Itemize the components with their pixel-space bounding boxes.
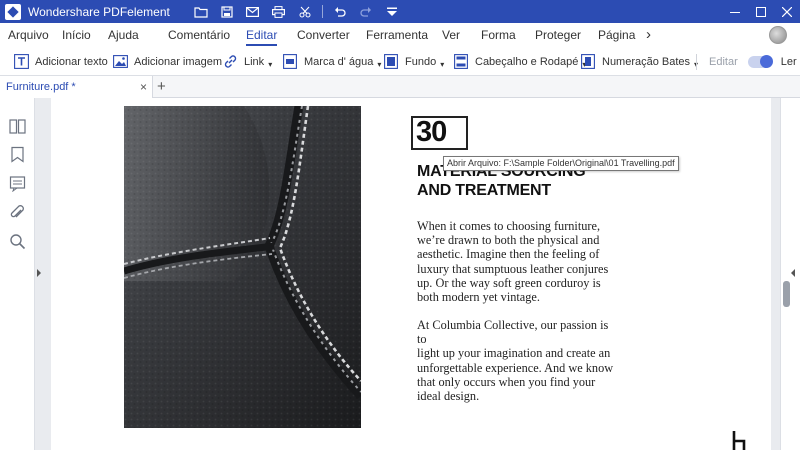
add-text-icon xyxy=(13,54,29,70)
edit-mode-area: Editar Ler › xyxy=(696,47,800,76)
tab-furniture-pdf[interactable]: Furniture.pdf * × xyxy=(0,75,153,98)
window-controls xyxy=(722,0,800,23)
link-dropdown-icon[interactable]: ▾ xyxy=(268,60,272,69)
menu-ferramenta[interactable]: Ferramenta xyxy=(366,23,428,47)
leather-photo[interactable] xyxy=(124,106,361,428)
menu-inicio[interactable]: Início xyxy=(62,23,91,47)
customize-quick-access-icon[interactable] xyxy=(379,0,405,23)
paragraph-line: At Columbia Collective, our passion is t… xyxy=(417,318,609,347)
close-tab-icon[interactable]: × xyxy=(140,80,147,94)
thumbnails-icon[interactable] xyxy=(9,118,26,135)
background-dropdown-icon[interactable]: ▾ xyxy=(440,60,444,69)
scrollbar-thumb[interactable] xyxy=(783,281,790,307)
user-avatar[interactable] xyxy=(769,26,787,44)
bookmark-icon[interactable] xyxy=(9,146,26,163)
header-footer-label: Cabeçalho e Rodapé xyxy=(475,55,579,68)
paragraph-line: ideal design. xyxy=(417,389,480,404)
bates-numbering-label: Numeração Bates xyxy=(602,55,691,68)
save-icon[interactable] xyxy=(214,0,240,23)
page-decoration-glyph xyxy=(732,431,746,450)
add-tab-icon[interactable]: + xyxy=(157,78,166,95)
watermark-icon xyxy=(282,54,298,70)
paragraph-line: luxury that sumptuous leather conjures xyxy=(417,261,609,276)
comments-icon[interactable] xyxy=(9,175,26,192)
menu-forma[interactable]: Forma xyxy=(481,23,516,47)
close-window-icon[interactable] xyxy=(774,0,800,23)
document-tabs: Furniture.pdf * × + xyxy=(0,75,800,98)
add-image-button[interactable]: Adicionar imagem xyxy=(112,47,222,76)
add-text-button[interactable]: Adicionar texto xyxy=(13,47,108,76)
bates-numbering-icon xyxy=(580,54,596,70)
minimize-icon[interactable] xyxy=(722,0,748,23)
redo-icon[interactable] xyxy=(353,0,379,23)
menu-comentario[interactable]: Comentário xyxy=(168,23,230,47)
link-icon xyxy=(222,54,238,70)
menu-ver[interactable]: Ver xyxy=(442,23,460,47)
paragraph-line: up. Or the way soft green corduroy is xyxy=(417,275,601,290)
toggle-knob xyxy=(759,54,773,68)
tab-title: Furniture.pdf * xyxy=(6,80,76,93)
toolbar-divider xyxy=(696,53,697,70)
menu-pagina[interactable]: Página xyxy=(598,23,635,47)
header-footer-button[interactable]: Cabeçalho e Rodapé ▾ xyxy=(453,47,586,76)
watermark-dropdown-icon[interactable]: ▾ xyxy=(377,60,381,69)
open-file-tooltip: Abrir Arquivo: F:\Sample Folder\Original… xyxy=(443,156,679,171)
edit-toolbar: Adicionar texto Adicionar imagem Link ▾ … xyxy=(0,47,800,76)
collapse-right-panel-icon[interactable] xyxy=(790,268,796,278)
pdf-page[interactable]: 30 MATERIAL SOURCING AND TREATMENT Abrir… xyxy=(51,98,771,450)
watermark-button[interactable]: Marca d' água ▾ xyxy=(282,47,381,76)
left-sidebar xyxy=(0,98,35,450)
paragraph-line: that only occurs when you find your xyxy=(417,374,596,389)
paragraph-line: When it comes to choosing furniture, xyxy=(417,219,601,233)
background-label: Fundo xyxy=(405,55,437,68)
attachment-icon[interactable] xyxy=(9,204,26,221)
paragraph-line: we’re drawn to both the physical and xyxy=(417,233,600,248)
pdfelement-window: Wondershare PDFelement Arquivo Início Aj… xyxy=(0,0,800,450)
title-bar: Wondershare PDFelement xyxy=(0,0,800,23)
add-image-icon xyxy=(112,54,128,70)
menu-converter[interactable]: Converter xyxy=(297,23,350,47)
paragraph-1[interactable]: When it comes to choosing furniture, we’… xyxy=(417,219,617,304)
paragraph-line: both modern yet vintage. xyxy=(417,290,540,305)
read-mode-label[interactable]: Ler xyxy=(781,56,797,68)
paragraph-line: light up your imagination and create an xyxy=(417,346,611,361)
menu-arquivo[interactable]: Arquivo xyxy=(8,23,49,47)
paragraph-line: unforgettable experience. And we know xyxy=(417,360,614,375)
bates-numbering-button[interactable]: Numeração Bates ▾ xyxy=(580,47,698,76)
app-title: Wondershare PDFelement xyxy=(28,4,170,19)
link-button[interactable]: Link ▾ xyxy=(222,47,272,76)
open-folder-icon[interactable] xyxy=(188,0,214,23)
paragraph-line: aesthetic. Imagine then the feeling of xyxy=(417,247,600,262)
menu-more-icon[interactable]: › xyxy=(646,23,651,47)
menu-editar[interactable]: Editar xyxy=(246,23,278,47)
watermark-label: Marca d' água xyxy=(304,55,374,68)
add-image-label: Adicionar imagem xyxy=(134,55,223,68)
paragraph-2[interactable]: At Columbia Collective, our passion is t… xyxy=(417,318,617,403)
undo-icon[interactable] xyxy=(327,0,353,23)
document-viewport: 30 MATERIAL SOURCING AND TREATMENT Abrir… xyxy=(42,98,780,450)
toolbar-separator xyxy=(321,5,323,18)
menu-ajuda[interactable]: Ajuda xyxy=(108,23,139,47)
maximize-icon[interactable] xyxy=(748,0,774,23)
section-number[interactable]: 30 xyxy=(416,116,447,149)
edit-read-toggle[interactable] xyxy=(747,54,773,68)
app-logo-icon xyxy=(5,3,21,20)
email-icon[interactable] xyxy=(240,0,266,23)
quick-access-toolbar xyxy=(188,0,405,23)
menu-proteger[interactable]: Proteger xyxy=(535,23,581,47)
edit-mode-label: Editar xyxy=(709,55,738,68)
background-icon xyxy=(383,54,399,70)
add-text-label: Adicionar texto xyxy=(35,55,108,68)
menu-bar: Arquivo Início Ajuda Comentário Editar C… xyxy=(0,23,800,47)
print-icon[interactable] xyxy=(266,0,292,23)
header-footer-icon xyxy=(453,54,469,70)
background-button[interactable]: Fundo ▾ xyxy=(383,47,444,76)
heading-line-2: AND TREATMENT xyxy=(417,182,551,199)
cut-icon[interactable] xyxy=(292,0,318,23)
link-label: Link xyxy=(244,55,265,68)
search-icon[interactable] xyxy=(9,233,26,250)
